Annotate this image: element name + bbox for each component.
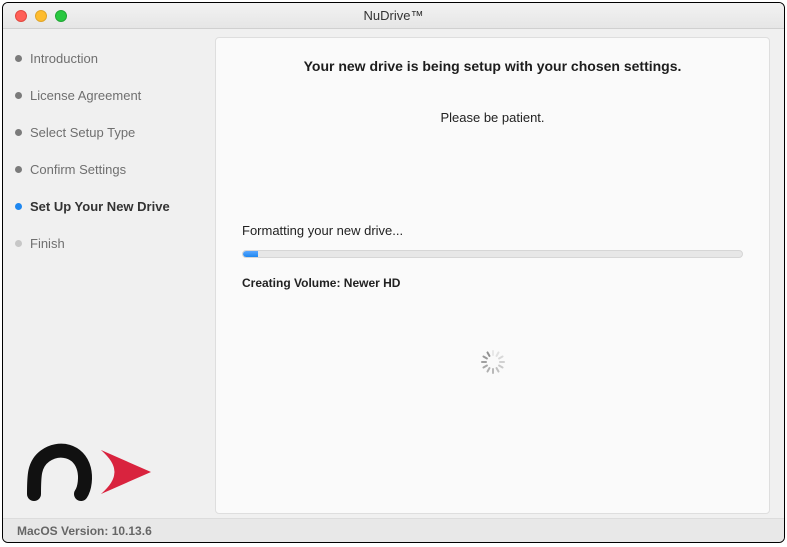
close-icon[interactable] — [15, 10, 27, 22]
spinner-icon — [481, 350, 505, 374]
os-version-text: MacOS Version: 10.13.6 — [17, 524, 152, 538]
footer-status-bar: MacOS Version: 10.13.6 — [3, 518, 784, 542]
step-dot-icon — [15, 166, 22, 173]
progress-detail-text: Creating Volume: Newer HD — [242, 276, 743, 290]
step-label: Finish — [30, 236, 65, 251]
step-dot-icon — [15, 203, 22, 210]
sidebar-item-introduction: Introduction — [15, 51, 209, 66]
headline-text: Your new drive is being setup with your … — [242, 58, 743, 74]
step-label: Set Up Your New Drive — [30, 199, 170, 214]
sidebar-item-license: License Agreement — [15, 88, 209, 103]
sidebar-item-confirm: Confirm Settings — [15, 162, 209, 177]
step-dot-icon — [15, 92, 22, 99]
content-pane: Your new drive is being setup with your … — [215, 37, 770, 514]
patience-text: Please be patient. — [440, 110, 544, 125]
titlebar[interactable]: NuDrive™ — [3, 3, 784, 29]
maximize-icon[interactable] — [55, 10, 67, 22]
step-dot-icon — [15, 240, 22, 247]
sidebar-item-setup-drive: Set Up Your New Drive — [15, 199, 209, 214]
task-label: Formatting your new drive... — [242, 223, 743, 238]
step-label: Introduction — [30, 51, 98, 66]
install-steps-sidebar: Introduction License Agreement Select Se… — [15, 37, 209, 514]
sidebar-item-setup-type: Select Setup Type — [15, 125, 209, 140]
step-dot-icon — [15, 129, 22, 136]
step-label: License Agreement — [30, 88, 141, 103]
sidebar-item-finish: Finish — [15, 236, 209, 251]
traffic-lights — [3, 10, 67, 22]
window-title: NuDrive™ — [3, 8, 784, 23]
step-dot-icon — [15, 55, 22, 62]
progress-bar — [242, 250, 743, 258]
minimize-icon[interactable] — [35, 10, 47, 22]
progress-fill — [243, 251, 258, 257]
step-label: Confirm Settings — [30, 162, 126, 177]
vendor-logo — [23, 436, 163, 508]
app-window: NuDrive™ Introduction License Agreement … — [2, 2, 785, 543]
step-label: Select Setup Type — [30, 125, 135, 140]
